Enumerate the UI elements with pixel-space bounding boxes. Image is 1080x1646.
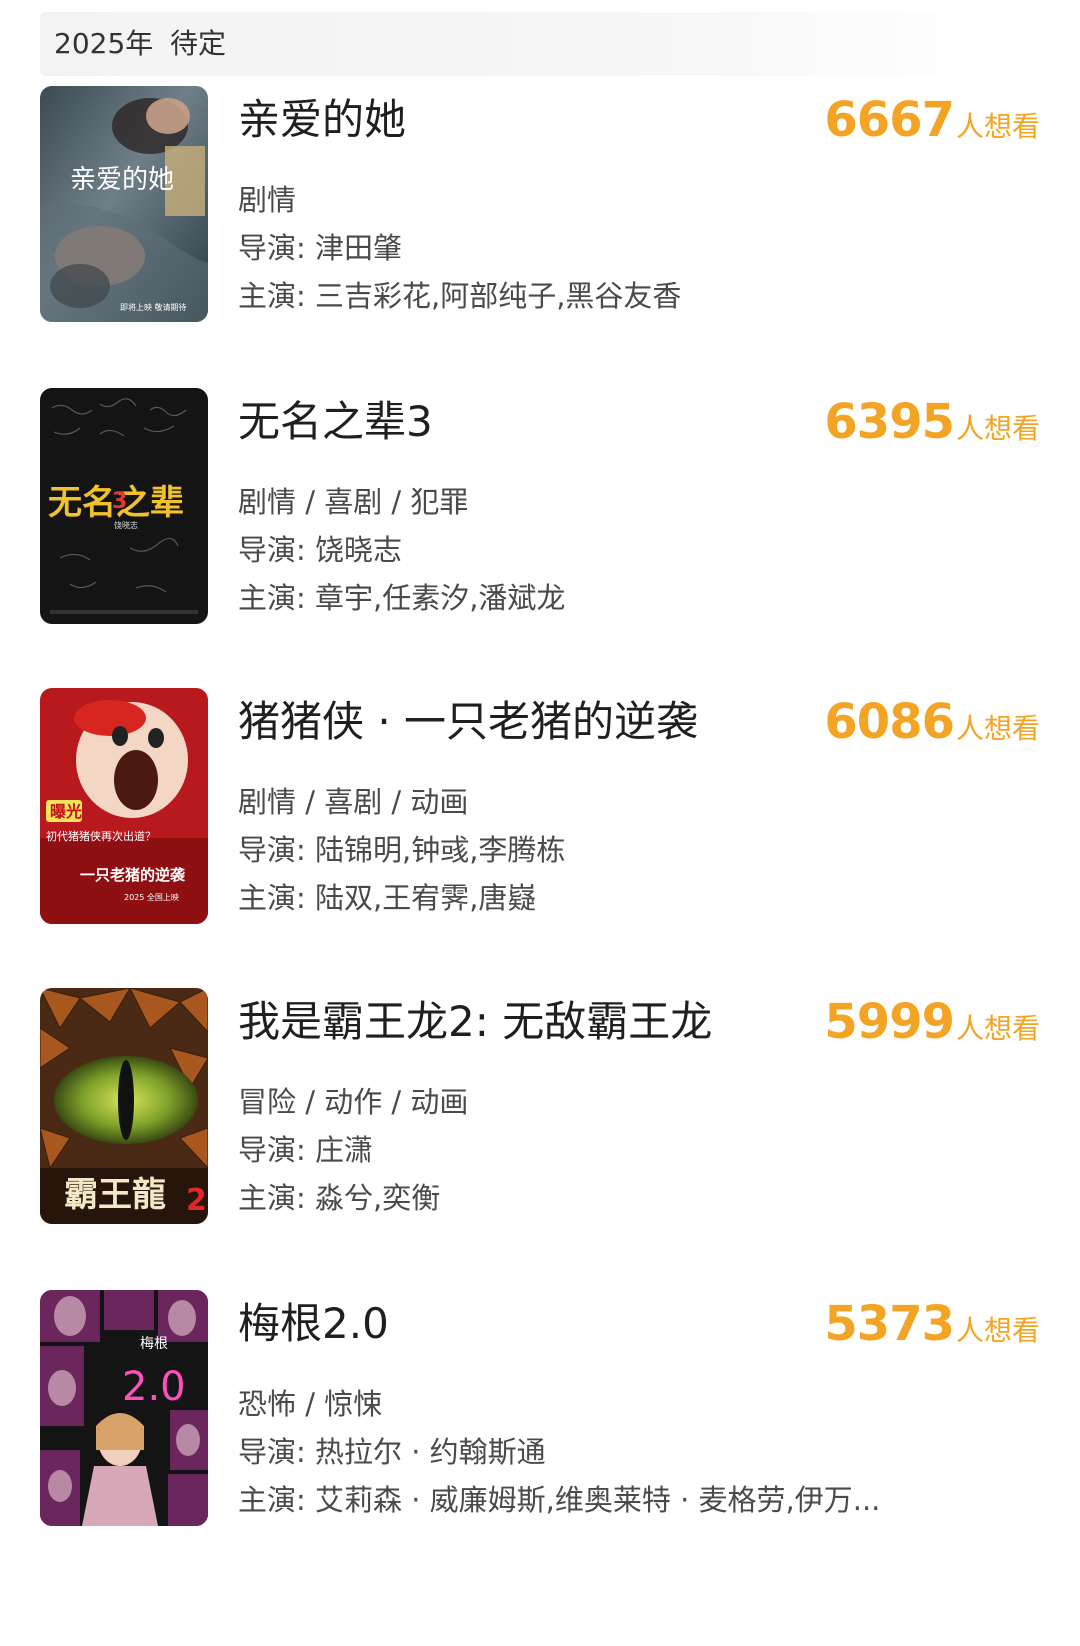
want-count: 6395 xyxy=(824,394,955,450)
poster-image: 梅根 2.0 xyxy=(40,1290,208,1526)
movie-poster[interactable]: 霸王龍 2 xyxy=(40,988,208,1224)
movie-poster[interactable]: 梅根 2.0 xyxy=(40,1290,208,1526)
movie-genres: 冒险 / 动作 / 动画 xyxy=(238,1085,469,1119)
poster-number: 3 xyxy=(112,489,127,514)
movie-title[interactable]: 梅根2.0 xyxy=(238,1296,389,1352)
poster-release: 2025 全国上映 xyxy=(124,892,179,902)
section-year: 2025年 xyxy=(54,27,154,60)
movie-cast: 主演: 章宇,任素汐,潘斌龙 xyxy=(238,581,566,615)
movie-genres: 剧情 / 喜剧 / 动画 xyxy=(238,785,469,819)
poster-director: 饶晓志 xyxy=(114,520,138,530)
movie-director: 导演: 庄潇 xyxy=(238,1133,373,1167)
want-to-watch: 5373人想看 xyxy=(824,1296,1040,1352)
want-count: 5373 xyxy=(824,1296,955,1352)
movie-title[interactable]: 亲爱的她 xyxy=(238,92,406,148)
movie-cast: 主演: 陆双,王宥霁,唐嶷 xyxy=(238,881,537,915)
movie-director: 导演: 热拉尔 · 约翰斯通 xyxy=(238,1435,546,1469)
want-to-watch: 5999人想看 xyxy=(824,994,1040,1050)
poster-image: 曝光 初代猪猪侠再次出道？ 一只老猪的逆袭 2025 全国上映 xyxy=(40,688,208,924)
poster-caption: 即将上映 敬请期待 xyxy=(120,302,187,312)
poster-tagline: 初代猪猪侠再次出道？ xyxy=(46,829,156,843)
want-to-watch: 6667人想看 xyxy=(824,92,1040,148)
movie-title[interactable]: 无名之辈3 xyxy=(238,394,433,450)
movie-cast: 主演: 艾莉森 · 威廉姆斯,维奥莱特 · 麦格劳,伊万... xyxy=(238,1483,881,1517)
movie-cast: 主演: 淼兮,奕衡 xyxy=(238,1181,441,1215)
want-to-watch: 6395人想看 xyxy=(824,394,1040,450)
movie-genres: 剧情 xyxy=(238,183,297,217)
poster-image: 亲爱的她 即将上映 敬请期待 xyxy=(40,86,208,322)
movie-title[interactable]: 猪猪侠 · 一只老猪的逆袭 xyxy=(238,694,698,750)
movie-genres: 恐怖 / 惊悚 xyxy=(238,1387,383,1421)
movie-title[interactable]: 我是霸王龙2: 无敌霸王龙 xyxy=(238,994,712,1050)
section-status: 待定 xyxy=(170,27,227,60)
poster-image: 霸王龍 2 xyxy=(40,988,208,1224)
poster-title: 梅根 xyxy=(140,1336,168,1352)
poster-title: 亲爱的她 xyxy=(70,165,174,195)
poster-badge: 曝光 xyxy=(50,802,82,821)
want-count: 5999 xyxy=(824,994,955,1050)
want-label: 人想看 xyxy=(955,1314,1040,1347)
movie-director: 导演: 陆锦明,钟彧,李腾栋 xyxy=(238,833,566,867)
poster-image: 无名之辈 3 饶晓志 xyxy=(40,388,208,624)
movie-poster[interactable]: 无名之辈 3 饶晓志 xyxy=(40,388,208,624)
movie-director: 导演: 津田肇 xyxy=(238,231,402,265)
poster-number: 2 xyxy=(186,1183,207,1218)
movie-poster[interactable]: 亲爱的她 即将上映 敬请期待 xyxy=(40,86,208,322)
want-count: 6086 xyxy=(824,694,955,750)
poster-number: 2.0 xyxy=(122,1364,186,1410)
movie-item[interactable]: 曝光 初代猪猪侠再次出道？ 一只老猪的逆袭 2025 全国上映 猪猪侠 · 一只… xyxy=(40,688,1040,928)
poster-title: 一只老猪的逆袭 xyxy=(80,866,186,884)
section-header: 2025年 待定 xyxy=(40,12,1000,76)
want-label: 人想看 xyxy=(955,110,1040,143)
movie-genres: 剧情 / 喜剧 / 犯罪 xyxy=(238,485,469,519)
want-label: 人想看 xyxy=(955,1012,1040,1045)
want-label: 人想看 xyxy=(955,412,1040,445)
movie-item[interactable]: 无名之辈 3 饶晓志 无名之辈3 6395人想看 剧情 / 喜剧 / 犯罪 导演… xyxy=(40,388,1040,628)
movie-item[interactable]: 亲爱的她 即将上映 敬请期待 亲爱的她 6667人想看 剧情 导演: 津田肇 主… xyxy=(40,86,1040,326)
poster-title: 霸王龍 xyxy=(64,1175,166,1215)
movie-poster[interactable]: 曝光 初代猪猪侠再次出道？ 一只老猪的逆袭 2025 全国上映 xyxy=(40,688,208,924)
movie-item[interactable]: 霸王龍 2 我是霸王龙2: 无敌霸王龙 5999人想看 冒险 / 动作 / 动画… xyxy=(40,988,1040,1228)
want-count: 6667 xyxy=(824,92,955,148)
movie-director: 导演: 饶晓志 xyxy=(238,533,402,567)
want-label: 人想看 xyxy=(955,712,1040,745)
want-to-watch: 6086人想看 xyxy=(824,694,1040,750)
movie-item[interactable]: 梅根 2.0 梅根2.0 5373人想看 恐怖 / 惊悚 导演: 热拉尔 · 约… xyxy=(40,1290,1040,1530)
movie-cast: 主演: 三吉彩花,阿部纯子,黑谷友香 xyxy=(238,279,682,313)
